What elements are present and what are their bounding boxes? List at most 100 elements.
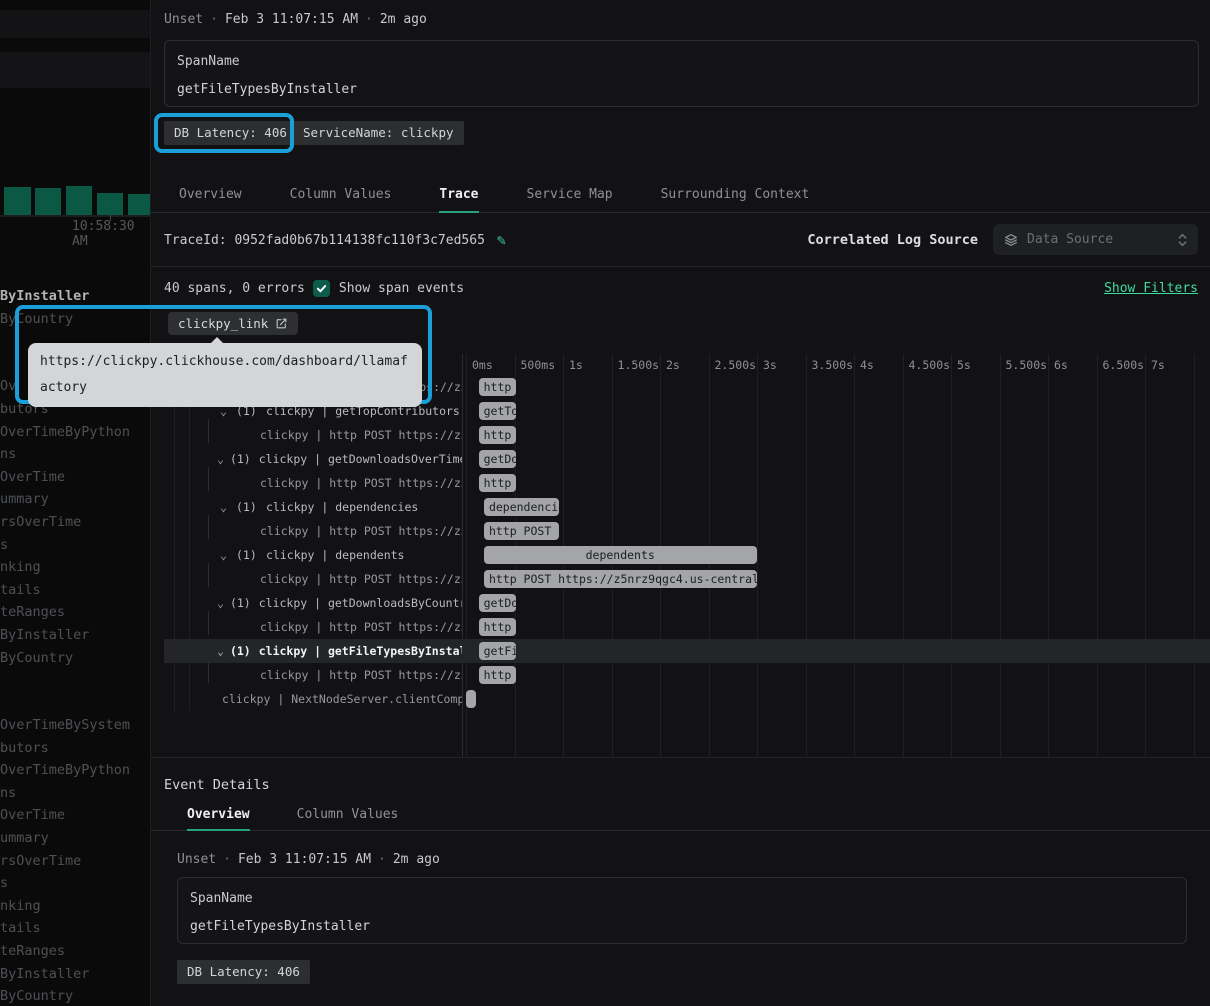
trace-span-row[interactable]: clickpy | http POST https://z5nrz9qgc4.u…: [164, 423, 1210, 447]
span-duration-bar[interactable]: [466, 690, 476, 708]
background-list-item: rsOverTime: [0, 853, 81, 869]
trace-span-row[interactable]: clickpy | http POST https://z5nrz9qgc4.u…: [164, 567, 1210, 591]
background-list-item: ByCountry: [0, 311, 73, 327]
span-duration-bar[interactable]: getTopContributors: [479, 402, 517, 420]
span-duration-bar[interactable]: getDownloadsOverTimeBySystem: [479, 450, 517, 468]
correlated-log-source-label: Correlated Log Source: [807, 232, 978, 248]
span-child-count: (1): [230, 639, 251, 663]
chevron-down-icon[interactable]: ⌄: [217, 639, 224, 663]
background-header-band: [0, 10, 150, 38]
timeline-tick-label: 0ms: [472, 358, 493, 372]
external-link-icon: [275, 317, 288, 330]
timeline-tick-label: 5s: [957, 358, 971, 372]
trace-span-row[interactable]: clickpy | http POST https://z5nrz9qgc4.u…: [164, 471, 1210, 495]
span-name: clickpy | http POST https://z5nrz9qgc4.u…: [164, 423, 462, 447]
trace-span-row[interactable]: clickpy | http POST https://z5nrz9qgc4.u…: [164, 663, 1210, 687]
service-name-badge[interactable]: ServiceName: clickpy: [293, 121, 464, 145]
tab-surrounding-context[interactable]: Surrounding Context: [661, 180, 810, 212]
timeline-tick-label: 2.500s: [715, 358, 757, 372]
span-name-text: clickpy | http POST https://z5nrz9qgc4.u…: [260, 519, 462, 543]
span-name: clickpy | http POST https://z5nrz9qgc4.u…: [164, 567, 462, 591]
span-name-text: clickpy | dependents: [266, 543, 404, 567]
trace-span-row[interactable]: ⌄(1)clickpy | dependenciesdependencies: [164, 495, 1210, 519]
data-source-select[interactable]: Data Source: [993, 224, 1198, 255]
span-duration-bar[interactable]: http POST https://z5nrz9qgc4.us-central1: [479, 378, 517, 396]
trace-span-row[interactable]: ⌄(1)clickpy | getDownloadsOverTimeBySyst…: [164, 447, 1210, 471]
tab-column-values[interactable]: Column Values: [290, 180, 392, 212]
chevron-down-icon[interactable]: ⌄: [217, 447, 224, 471]
histogram-bar: [4, 187, 31, 216]
span-duration-bar[interactable]: dependents: [484, 546, 757, 564]
span-duration-bar[interactable]: http POST https://z5nrz9qgc4.us-central1: [484, 522, 559, 540]
span-name: ⌄(1)clickpy | getFileTypesByInstaller: [164, 639, 462, 663]
panel-tabs: Overview Column Values Trace Service Map Sur…: [151, 180, 1210, 213]
span-duration-bar[interactable]: dependencies: [484, 498, 559, 516]
background-list-item: OverTimeByPython: [0, 762, 130, 778]
tab-overview[interactable]: Overview: [179, 180, 242, 212]
tab-trace[interactable]: Trace: [439, 180, 478, 212]
trace-span-row[interactable]: clickpy | http POST https://z5nrz9qgc4.u…: [164, 615, 1210, 639]
span-duration-bar[interactable]: http POST https://z5nrz9qgc4.us-central1: [484, 570, 757, 588]
span-child-count: (1): [236, 495, 258, 519]
trace-span-row[interactable]: ⌄(1)clickpy | getDownloadsByCountrygetDo…: [164, 591, 1210, 615]
divider: [151, 266, 1210, 267]
background-list-item: OverTimeBySystem: [0, 717, 130, 733]
span-name: clickpy | NextNodeServer.clientComponent…: [164, 687, 462, 711]
timeline-tick-label: 4.500s: [909, 358, 951, 372]
timeline-tick-label: 2s: [666, 358, 680, 372]
background-toolbar-band: [0, 52, 150, 88]
tab-service-map[interactable]: Service Map: [527, 180, 613, 212]
show-span-events-label[interactable]: Show span events: [339, 281, 464, 296]
event-meta: Unset·Feb 3 11:07:15 AM·2m ago: [164, 12, 427, 27]
layers-icon: [1003, 232, 1019, 248]
edit-trace-id-icon[interactable]: ✎: [497, 231, 506, 249]
background-list-item: OverTime: [0, 807, 65, 823]
span-child-count: (1): [230, 591, 251, 615]
db-latency-badge[interactable]: DB Latency: 406: [164, 121, 297, 145]
timeline-tick-label: 6.500s: [1103, 358, 1145, 372]
background-page: 10:58:30 AM ByInstallerByCountryOvbutors…: [0, 0, 150, 1006]
background-list-item: s: [0, 537, 8, 553]
span-name: clickpy | http POST https://z5nrz9qgc4.u…: [164, 663, 462, 687]
chevron-down-icon[interactable]: ⌄: [217, 591, 224, 615]
span-child-count: (1): [236, 543, 258, 567]
trace-span-row[interactable]: clickpy | http POST https://z5nrz9qgc4.u…: [164, 519, 1210, 543]
span-duration-bar[interactable]: http POST https://z5nrz9qgc4.us-central1: [479, 618, 517, 636]
clickpy-link-chip[interactable]: clickpy_link: [168, 312, 298, 335]
show-span-events-checkbox[interactable]: [313, 280, 330, 297]
background-list-item: OverTime: [0, 469, 65, 485]
trace-span-row[interactable]: clickpy | NextNodeServer.clientComponent…: [164, 687, 1210, 711]
db-latency-badge-bottom[interactable]: DB Latency: 406: [177, 960, 310, 984]
histogram-bar: [66, 186, 92, 216]
chevron-down-icon[interactable]: ⌄: [217, 495, 230, 519]
timeline-tick-label: 500ms: [521, 358, 556, 372]
span-name-key: SpanName: [190, 891, 253, 906]
span-duration-bar[interactable]: getDownloadsByCountry: [479, 594, 517, 612]
show-filters-link[interactable]: Show Filters: [1104, 281, 1198, 296]
spans-summary: 40 spans, 0 errors: [164, 281, 305, 296]
span-name-value: getFileTypesByInstaller: [177, 82, 357, 97]
checkmark-icon: [316, 283, 327, 294]
trace-span-row[interactable]: ⌄(1)clickpy | getFileTypesByInstallerget…: [164, 639, 1210, 663]
span-duration-bar[interactable]: getFileTypesByInstaller: [479, 642, 517, 660]
span-name-text: clickpy | http POST https://z5nrz9qgc4.u…: [260, 423, 462, 447]
link-url-tooltip: https://clickpy.clickhouse.com/dashboard…: [28, 343, 422, 407]
trace-id-row: TraceId: 0952fad0b67b114138fc110f3c7ed56…: [164, 231, 506, 249]
span-duration-bar[interactable]: http POST https://z5nrz9qgc4.us-central1: [479, 474, 517, 492]
span-name-text: clickpy | http POST https://z5nrz9qgc4.u…: [260, 663, 462, 687]
event-details-tab-column-values[interactable]: Column Values: [297, 800, 399, 830]
background-list-item: ByCountry: [0, 650, 73, 666]
span-duration-bar[interactable]: http POST https://z5nrz9qgc4.us-central1: [479, 666, 517, 684]
span-duration-bar[interactable]: http POST https://z5nrz9qgc4.us-central1: [479, 426, 517, 444]
trace-span-row[interactable]: ⌄ (1) clickpy | dependents dependents: [164, 543, 1210, 567]
background-list-item: teRanges: [0, 943, 65, 959]
span-name-text: clickpy | http POST https://z5nrz9qgc4.u…: [260, 471, 462, 495]
span-name-key: SpanName: [177, 54, 240, 69]
background-list-item: ns: [0, 785, 16, 801]
event-details-tab-overview[interactable]: Overview: [187, 800, 250, 830]
chevron-down-icon[interactable]: ⌄: [217, 543, 230, 567]
divider: [151, 757, 1210, 758]
background-list-item: teRanges: [0, 604, 65, 620]
background-histogram: [0, 150, 150, 216]
event-details-title: Event Details: [164, 777, 270, 793]
